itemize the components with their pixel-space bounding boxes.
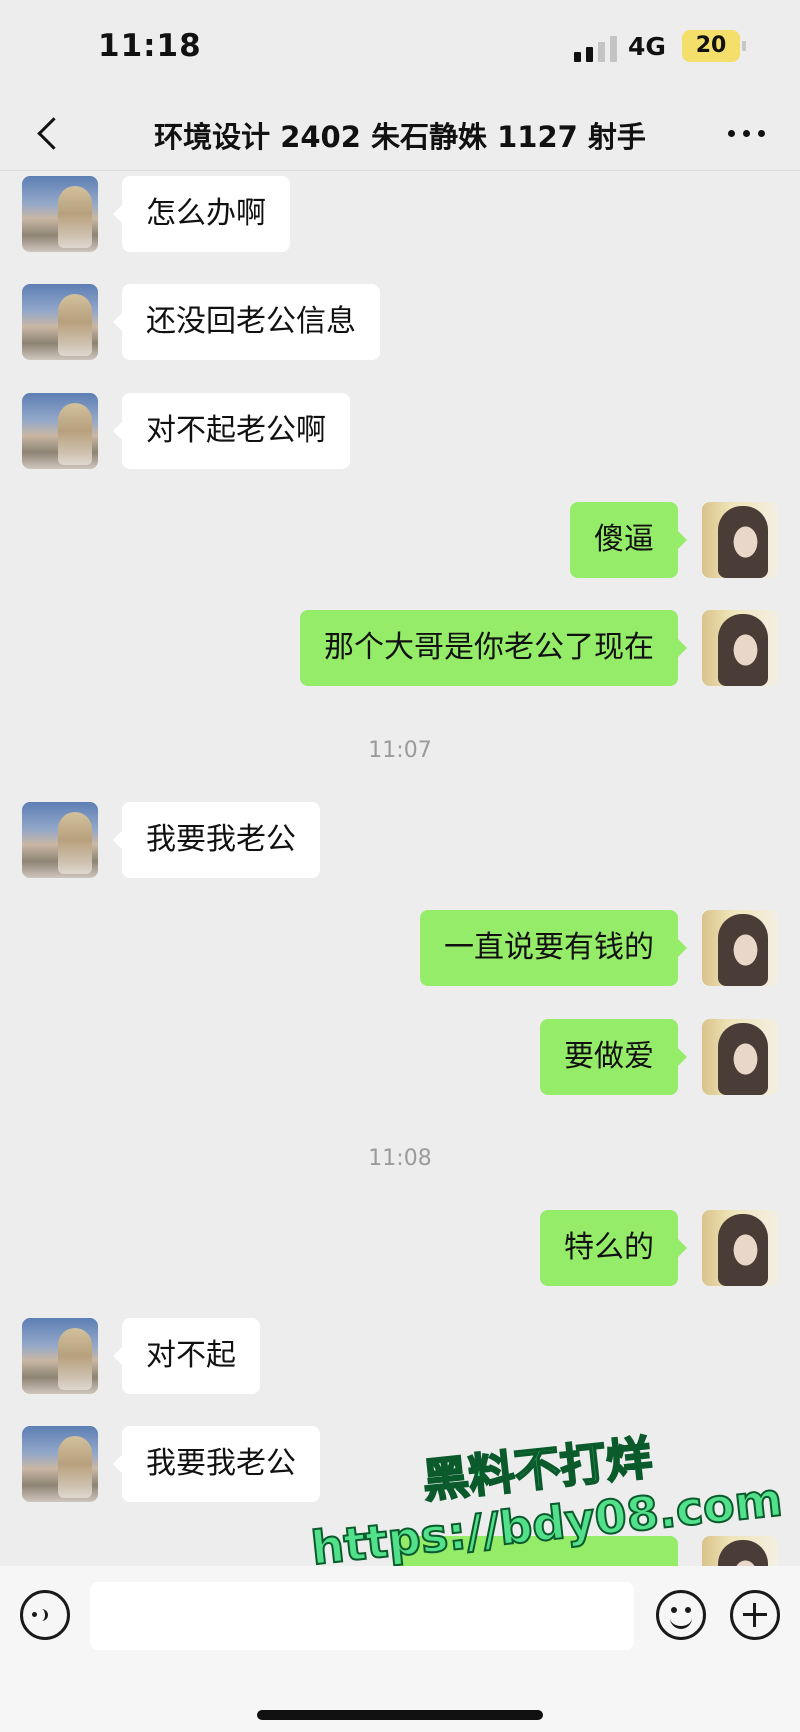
battery-cap [742,41,746,51]
status-time: 11:18 [98,28,202,64]
message-bubble[interactable]: 傻逼 [570,502,687,578]
timestamp: 11:08 [368,1146,432,1171]
message-bubble[interactable]: 特么的 [540,1210,687,1286]
contact-avatar[interactable] [22,1426,98,1502]
contact-avatar[interactable] [22,176,98,252]
user-avatar[interactable] [702,910,778,986]
emoji-icon[interactable] [656,1590,706,1640]
user-avatar[interactable] [702,1019,778,1095]
user-avatar[interactable] [702,1210,778,1286]
message-bubble[interactable]: 我要我老公 [113,1426,320,1502]
timestamp: 11:07 [368,738,432,763]
message-row: 对不起 [0,1318,800,1398]
home-indicator [257,1710,543,1720]
message-row: 对不起老公啊 [0,393,800,473]
signal-icon [574,36,620,62]
plus-icon[interactable] [730,1590,780,1640]
contact-avatar[interactable] [22,393,98,469]
user-avatar[interactable] [702,610,778,686]
message-input[interactable] [90,1582,634,1650]
contact-avatar[interactable] [22,284,98,360]
voice-icon[interactable] [20,1590,70,1640]
message-row: 要做爱 [0,1019,800,1099]
message-row: 特么的 [0,1210,800,1290]
message-row: 怎么办啊 [0,176,800,256]
user-avatar[interactable] [702,502,778,578]
status-bar: 11:18 4G 20 [0,0,800,100]
message-bubble[interactable]: 一直说要有钱的 [420,910,687,986]
message-row: 一直说要有钱的 [0,910,800,990]
chat-title: 环境设计 2402 朱石静姝 1127 射手 [154,120,646,154]
header-divider [0,170,800,171]
message-bubble[interactable]: 还没回老公信息 [113,284,380,360]
input-bar [0,1566,800,1732]
message-bubble[interactable]: 我要我老公 [113,802,320,878]
battery-icon: 20 [682,30,740,62]
message-row: 那个大哥是你老公了现在 [0,610,800,690]
message-bubble[interactable]: 对不起老公啊 [113,393,350,469]
message-row: 傻逼 [0,502,800,582]
message-row: 还没回老公信息 [0,284,800,364]
more-horizontal-icon[interactable] [726,124,768,144]
contact-avatar[interactable] [22,1318,98,1394]
network-label: 4G [628,32,666,61]
chat-header: 环境设计 2402 朱石静姝 1127 射手 [0,100,800,170]
message-bubble[interactable]: 对不起 [113,1318,260,1394]
message-bubble[interactable]: 那个大哥是你老公了现在 [300,610,687,686]
chevron-left-icon[interactable] [28,112,72,156]
contact-avatar[interactable] [22,802,98,878]
message-bubble[interactable]: 要做爱 [540,1019,687,1095]
message-row: 我要我老公 [0,802,800,882]
message-bubble[interactable]: 怎么办啊 [113,176,290,252]
